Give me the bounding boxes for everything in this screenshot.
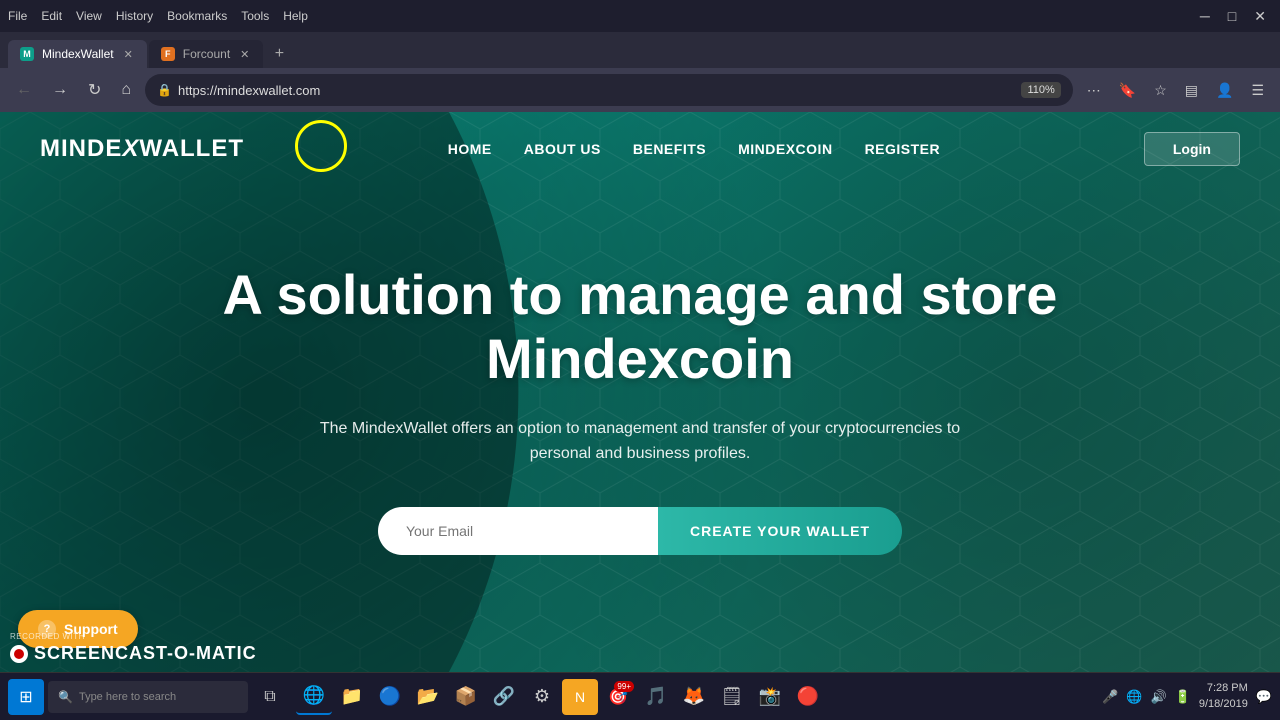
site-nav: MINDEXWALLET HOME ABOUT US BENEFITS MIND… — [0, 112, 1280, 186]
hero-section: A solution to manage and store Mindexcoi… — [0, 186, 1280, 672]
os-frame: File Edit View History Bookmarks Tools H… — [0, 0, 1280, 720]
site-logo: MINDEXWALLET — [40, 135, 244, 163]
menu-bookmarks[interactable]: Bookmarks — [167, 9, 227, 23]
taskbar-icon-app6[interactable]: 🔴 — [790, 679, 826, 715]
taskbar-icon-browser[interactable]: 🌐 — [296, 679, 332, 715]
tab-favicon-forcount: F — [161, 47, 175, 61]
window-minimize[interactable]: ─ — [1194, 8, 1216, 24]
cta-row: CREATE YOUR WALLET — [378, 507, 902, 555]
website-content: MINDEXWALLET HOME ABOUT US BENEFITS MIND… — [0, 112, 1280, 672]
taskbar-icon-app5[interactable]: 📸 — [752, 679, 788, 715]
nav-about-us[interactable]: ABOUT US — [524, 141, 601, 157]
extensions-button[interactable]: ⋯ — [1081, 78, 1107, 103]
tab-close-mindexwallet[interactable]: ✕ — [122, 46, 135, 63]
menu-help[interactable]: Help — [283, 9, 308, 23]
home-button[interactable]: ⌂ — [115, 77, 137, 103]
title-bar-menu: File Edit View History Bookmarks Tools H… — [8, 9, 308, 23]
zoom-badge: 110% — [1021, 82, 1060, 98]
pocket-button[interactable]: 🔖 — [1113, 78, 1142, 103]
taskbar-search[interactable]: 🔍 Type here to search — [48, 681, 248, 713]
record-dot — [10, 645, 28, 663]
system-clock[interactable]: 7:28 PM 9/18/2019 — [1199, 681, 1248, 712]
address-text: https://mindexwallet.com — [178, 83, 1007, 98]
system-tray: 🎤 🌐 🔊 🔋 7:28 PM 9/18/2019 💬 — [1102, 681, 1272, 712]
clock-time: 7:28 PM — [1199, 681, 1248, 696]
taskbar-icon-taskview[interactable]: ⧉ — [252, 679, 288, 715]
taskbar-icon-edge[interactable]: 🔵 — [372, 679, 408, 715]
tab-bar: M MindexWallet ✕ F Forcount ✕ + — [0, 32, 1280, 68]
screencast-logo-row: SCREENCAST-O-MATIC — [10, 643, 257, 664]
taskbar-icon-explorer[interactable]: 📂 — [410, 679, 446, 715]
tab-mindexwallet[interactable]: M MindexWallet ✕ — [8, 40, 147, 68]
reload-button[interactable]: ↻ — [82, 76, 107, 104]
tray-network: 🌐 — [1126, 689, 1142, 705]
taskbar-icon-chain[interactable]: 🔗 — [486, 679, 522, 715]
menu-file[interactable]: File — [8, 9, 27, 23]
recorded-with-label: RECORDED WITH — [10, 632, 257, 641]
tray-notification[interactable]: 💬 — [1256, 689, 1272, 705]
tray-volume: 🔊 — [1151, 689, 1167, 705]
bookmark-button[interactable]: ☆ — [1148, 78, 1173, 103]
email-input[interactable] — [378, 507, 658, 555]
hero-subtitle: The MindexWallet offers an option to man… — [290, 416, 990, 467]
nav-home[interactable]: HOME — [448, 141, 492, 157]
nav-bar: ← → ↻ ⌂ 🔒 https://mindexwallet.com 110% … — [0, 68, 1280, 112]
sync-button[interactable]: 👤 — [1210, 78, 1239, 103]
title-bar: File Edit View History Bookmarks Tools H… — [0, 0, 1280, 32]
menu-tools[interactable]: Tools — [241, 9, 269, 23]
menu-view[interactable]: View — [76, 9, 102, 23]
screencast-watermark: RECORDED WITH SCREENCAST-O-MATIC — [10, 632, 257, 664]
taskbar-icon-files[interactable]: 📁 — [334, 679, 370, 715]
nav-benefits[interactable]: BENEFITS — [633, 141, 706, 157]
taskbar-icon-dropbox[interactable]: 📦 — [448, 679, 484, 715]
search-icon: 🔍 — [58, 690, 73, 704]
nav-icons: ⋯ 🔖 ☆ ▤ 👤 ☰ — [1081, 78, 1270, 103]
record-dot-inner — [14, 649, 24, 659]
menu-edit[interactable]: Edit — [41, 9, 62, 23]
search-placeholder: Type here to search — [79, 691, 176, 703]
menu-history[interactable]: History — [116, 9, 153, 23]
login-button[interactable]: Login — [1144, 132, 1240, 166]
tab-label-mindexwallet: MindexWallet — [42, 47, 114, 61]
hero-title: A solution to manage and store Mindexcoi… — [190, 263, 1090, 392]
back-button[interactable]: ← — [10, 77, 38, 103]
taskbar-icon-app1[interactable]: ⚙ — [524, 679, 560, 715]
nav-register[interactable]: REGISTER — [865, 141, 941, 157]
logo-x: X — [122, 135, 139, 162]
window-maximize[interactable]: □ — [1222, 8, 1242, 24]
sidebar-button[interactable]: ▤ — [1179, 78, 1204, 103]
nav-mindexcoin[interactable]: MINDEXCOIN — [738, 141, 832, 157]
address-bar[interactable]: 🔒 https://mindexwallet.com 110% — [145, 74, 1073, 106]
tab-label-forcount: Forcount — [183, 47, 230, 61]
tray-mic: 🎤 — [1102, 689, 1118, 705]
taskbar: ⊞ 🔍 Type here to search ⧉ 🌐 📁 🔵 📂 📦 🔗 ⚙ … — [0, 672, 1280, 720]
create-wallet-button[interactable]: CREATE YOUR WALLET — [658, 507, 902, 555]
tab-add-button[interactable]: + — [265, 40, 293, 68]
start-button[interactable]: ⊞ — [8, 679, 44, 715]
site-menu: HOME ABOUT US BENEFITS MINDEXCOIN REGIST… — [448, 141, 940, 157]
screencast-logo-text: SCREENCAST-O-MATIC — [34, 643, 257, 664]
window-close[interactable]: ✕ — [1248, 8, 1272, 25]
tray-battery: 🔋 — [1175, 689, 1191, 705]
clock-date: 9/18/2019 — [1199, 697, 1248, 712]
taskbar-icon-badge[interactable]: 🎯 99+ — [600, 679, 636, 715]
tab-close-forcount[interactable]: ✕ — [238, 46, 251, 63]
site-inner: MINDEXWALLET HOME ABOUT US BENEFITS MIND… — [0, 112, 1280, 672]
security-lock-icon: 🔒 — [157, 83, 172, 97]
menu-button[interactable]: ☰ — [1245, 78, 1270, 103]
taskbar-icon-firefox[interactable]: 🦊 — [676, 679, 712, 715]
taskbar-app-icons: 🌐 📁 🔵 📂 📦 🔗 ⚙ N 🎯 99+ 🎵 🦊 🗒 📸 🔴 — [296, 679, 826, 715]
forward-button[interactable]: → — [46, 77, 74, 103]
taskbar-icon-app4[interactable]: 🗒 — [714, 679, 750, 715]
tab-forcount[interactable]: F Forcount ✕ — [149, 40, 264, 68]
taskbar-badge: 99+ — [614, 681, 634, 692]
tab-favicon-mindexwallet: M — [20, 47, 34, 61]
taskbar-icon-yellow[interactable]: N — [562, 679, 598, 715]
taskbar-icon-app3[interactable]: 🎵 — [638, 679, 674, 715]
